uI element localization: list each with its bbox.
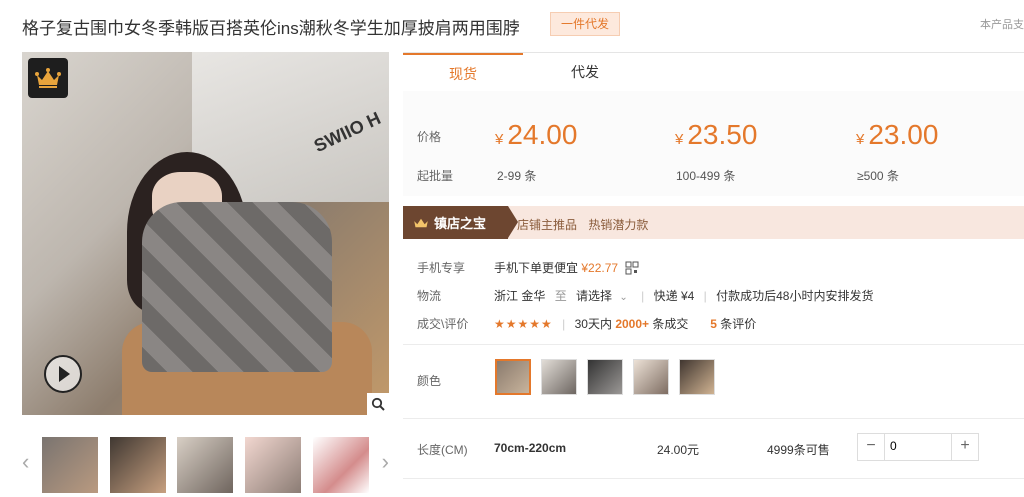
zoom-icon[interactable] — [367, 393, 389, 415]
range-tier-2: 100-499 条 — [676, 169, 736, 183]
quantity-stepper: − + — [857, 433, 979, 461]
mobile-price: ¥22.77 — [581, 261, 619, 275]
origin: 浙江 金华 — [494, 289, 546, 303]
stock-tabs: 现货 代发 — [403, 52, 1024, 92]
days-text: 30天内 — [574, 317, 612, 331]
mobile-label: 手机专享 — [417, 261, 466, 275]
moq-label: 起批量 — [417, 169, 454, 183]
image-scarf — [142, 202, 332, 372]
divider — [403, 418, 1024, 419]
decrease-button[interactable]: − — [858, 434, 885, 460]
to-text: 至 — [554, 289, 567, 303]
product-note: 本产品支 — [980, 19, 1024, 31]
tab-in-stock[interactable]: 现货 — [403, 53, 523, 92]
rating-stars: ★★★★★ — [494, 317, 553, 331]
title-row: 格子复古围巾女冬季韩版百搭英伦ins潮秋冬学生加厚披肩两用围脖 一件代发 本产品… — [22, 10, 1024, 38]
size-price: 24.00元 — [657, 443, 700, 457]
thumbnail[interactable] — [313, 437, 369, 493]
price-label: 价格 — [417, 130, 442, 144]
size-label: 长度(CM) — [417, 443, 468, 457]
review-unit[interactable]: 条评价 — [720, 317, 756, 331]
review-count[interactable]: 5 — [710, 317, 717, 331]
shop-tag-item: 店铺主推品 — [517, 218, 578, 232]
play-icon[interactable] — [44, 355, 82, 393]
color-swatch[interactable] — [541, 359, 577, 395]
thumbnail-strip: ‹ › — [22, 433, 389, 493]
divider — [403, 478, 1024, 479]
destination-select[interactable]: 请选择 — [576, 289, 612, 303]
crown-icon — [28, 58, 68, 98]
price-tier-2: ¥23.50 — [675, 119, 758, 150]
dropship-badge[interactable]: 一件代发 — [550, 12, 621, 36]
color-swatch[interactable] — [495, 359, 531, 395]
crown-icon — [414, 218, 428, 227]
quantity-input[interactable] — [886, 436, 954, 456]
price-tier-3: ¥23.00 — [856, 119, 939, 150]
shop-highlight-bar: 镇店之宝 店铺主推品 热销潜力款 — [403, 206, 1024, 239]
chevron-down-icon[interactable]: ⌄ — [619, 292, 627, 303]
stock-count: 4999条可售 — [767, 443, 830, 457]
color-swatch[interactable] — [587, 359, 623, 395]
thumbnail[interactable] — [177, 437, 233, 493]
mobile-text: 手机下单更便宜 — [494, 261, 579, 275]
chevron-left-icon[interactable]: ‹ — [22, 451, 29, 473]
divider — [403, 344, 1024, 345]
deal-count: 2000+ — [615, 317, 650, 331]
shipping-note: 付款成功后48小时内安排发货 — [716, 289, 874, 303]
express-fee: 快递 ¥4 — [653, 289, 695, 303]
color-swatch[interactable] — [633, 359, 669, 395]
price-tier-1: ¥24.00 — [495, 119, 578, 150]
range-tier-3: ≥500 条 — [857, 169, 899, 183]
logistics-label: 物流 — [417, 289, 442, 303]
tab-dropship[interactable]: 代发 — [525, 53, 645, 91]
size-row: 长度(CM) 70cm-220cm 24.00元 4999条可售 − + — [417, 433, 1017, 461]
chevron-right-icon[interactable]: › — [382, 451, 389, 473]
deal-unit: 条成交 — [652, 317, 689, 331]
shop-tags: 店铺主推品 热销潜力款 — [517, 216, 656, 233]
price-panel: 价格 起批量 ¥24.00 2-99 条 ¥23.50 100-499 条 ¥2… — [403, 91, 1024, 196]
thumbnail[interactable] — [245, 437, 301, 493]
shop-tag-item: 热销潜力款 — [588, 218, 649, 232]
range-tier-1: 2-99 条 — [497, 169, 537, 183]
thumbnail[interactable] — [42, 437, 98, 493]
thumbnail[interactable] — [110, 437, 166, 493]
shop-treasure-tag: 镇店之宝 — [403, 206, 518, 239]
product-title: 格子复古围巾女冬季韩版百搭英伦ins潮秋冬学生加厚披肩两用围脖 — [22, 19, 520, 38]
increase-button[interactable]: + — [951, 434, 978, 460]
color-label: 颜色 — [417, 374, 442, 388]
trade-label: 成交\评价 — [417, 317, 469, 331]
size-value: 70cm-220cm — [494, 441, 567, 455]
qr-code-icon[interactable] — [625, 261, 639, 275]
main-product-image[interactable]: SWIIO H — [22, 52, 389, 415]
color-swatch[interactable] — [679, 359, 715, 395]
